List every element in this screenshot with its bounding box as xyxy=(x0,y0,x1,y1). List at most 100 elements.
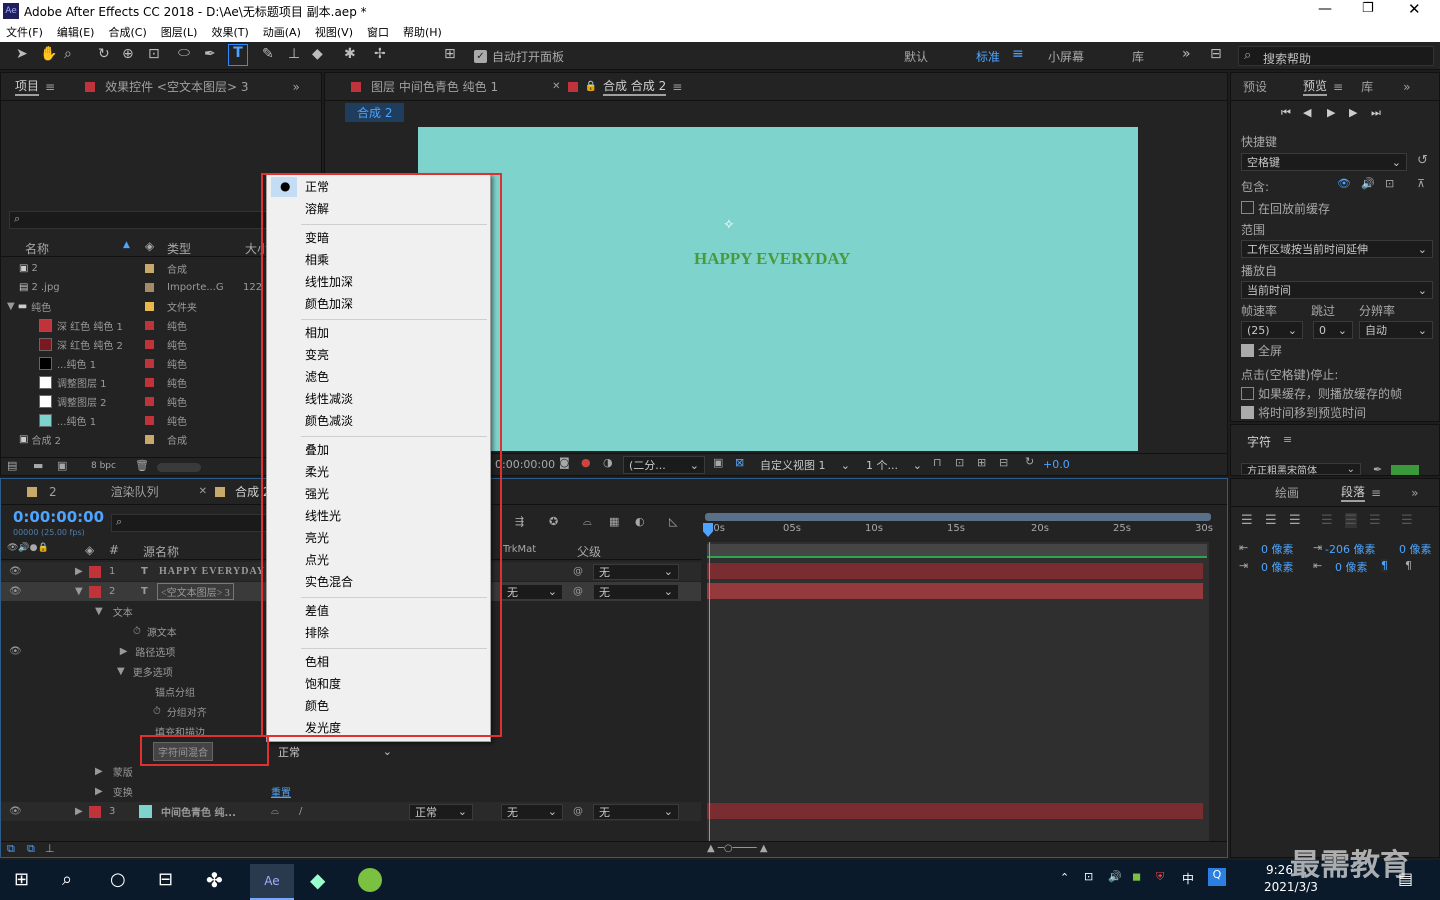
col-source-name[interactable]: 源名称 xyxy=(143,543,179,560)
menu-edit[interactable]: 编辑(E) xyxy=(57,24,95,40)
region-interest-icon[interactable]: ▣ xyxy=(713,456,723,469)
parent-pickwhip-icon[interactable]: @ xyxy=(573,806,583,817)
timeline-search-input[interactable]: ⌕ xyxy=(111,514,271,532)
workspace-default[interactable]: 默认 xyxy=(904,48,928,65)
trkmat-dropdown[interactable]: 无 ⌄ xyxy=(501,583,563,600)
pan-behind-tool-icon[interactable]: ⊡ xyxy=(148,46,160,62)
trkmat-dropdown[interactable]: 无 ⌄ xyxy=(501,803,563,820)
align-center-icon[interactable]: ☰ xyxy=(1265,513,1277,528)
timeline-icon[interactable]: ⊞ xyxy=(977,456,986,469)
eyedropper-icon[interactable]: ✒ xyxy=(1373,463,1382,476)
export-icon[interactable]: ⊼ xyxy=(1417,177,1425,190)
watermelon-app-icon[interactable] xyxy=(358,868,382,892)
skip-dropdown[interactable]: 0 ⌄ xyxy=(1313,321,1353,339)
layer-row[interactable]: 👁 ▶ 3 中间色青色 纯... ⌓ / 正常 ⌄ 无 ⌄ @ 无 ⌄ xyxy=(1,802,701,821)
menu-effect[interactable]: 效果(T) xyxy=(211,24,248,40)
tab-character[interactable]: 字符 xyxy=(1247,433,1271,450)
trash-icon[interactable]: 🗑 xyxy=(135,459,149,472)
nvidia-icon[interactable]: ◼ xyxy=(1132,870,1141,883)
tab-paint[interactable]: 绘画 xyxy=(1275,484,1299,501)
shy-layers-icon[interactable]: ⌓ xyxy=(583,515,592,529)
timeline-timecode[interactable]: 0:00:00:00 xyxy=(13,508,104,526)
col-trkmat[interactable]: TrkMat xyxy=(503,544,536,555)
close-icon[interactable]: ✕ xyxy=(1408,0,1421,18)
anchor-point-icon[interactable]: ✧ xyxy=(723,217,735,233)
comp-breadcrumb[interactable]: 合成 2 xyxy=(345,103,405,122)
panel-menu-icon[interactable]: ≡ xyxy=(672,80,682,94)
volume-icon[interactable]: 🔊 xyxy=(1108,870,1122,883)
last-frame-icon[interactable]: ⏭ xyxy=(1371,106,1381,120)
color-channels-icon[interactable]: ● xyxy=(581,456,591,469)
menu-file[interactable]: 文件(F) xyxy=(6,24,43,40)
layer-bar[interactable] xyxy=(707,563,1203,579)
flowchart-icon[interactable]: ⊟ xyxy=(999,456,1008,469)
space-after-value[interactable]: 0 像素 xyxy=(1335,559,1368,575)
menu-composition[interactable]: 合成(C) xyxy=(108,24,146,40)
fullscreen-checkbox[interactable] xyxy=(1241,344,1254,357)
search-icon[interactable]: ⌕ xyxy=(62,869,72,890)
align-left-icon[interactable]: ☰ xyxy=(1241,513,1253,528)
ime-indicator[interactable]: 中 xyxy=(1182,870,1194,887)
ltr-direction-icon[interactable]: ¶ xyxy=(1405,559,1412,572)
col-parent[interactable]: 父级 xyxy=(577,543,601,560)
notification-icon[interactable]: ▤ xyxy=(1398,869,1413,888)
rtl-direction-icon[interactable]: ¶ xyxy=(1381,559,1388,572)
zoom-slider[interactable]: ▲ ─○──── ▲ xyxy=(707,843,768,854)
justify-center-icon[interactable]: ☰ xyxy=(1345,513,1357,528)
stopwatch-icon[interactable]: ⏱ xyxy=(133,626,141,637)
parent-pickwhip-icon[interactable]: @ xyxy=(573,566,583,577)
menu-window[interactable]: 窗口 xyxy=(367,24,389,40)
expand-arrow-icon[interactable]: ▶ xyxy=(95,786,103,797)
hand-tool-icon[interactable]: ✋ xyxy=(40,46,57,62)
time-graph-area[interactable] xyxy=(707,542,1209,842)
parent-dropdown[interactable]: 无 ⌄ xyxy=(593,583,679,600)
mode-dropdown[interactable]: 正常 ⌄ xyxy=(409,803,473,820)
tab-comp-2[interactable]: 2 xyxy=(49,485,57,499)
play-from-dropdown[interactable]: 当前时间 ⌄ xyxy=(1241,281,1433,299)
expand-arrow-icon[interactable]: ▶ xyxy=(75,806,83,817)
work-area-range[interactable] xyxy=(707,544,1207,558)
tray-chevron-icon[interactable]: ⌃ xyxy=(1060,871,1069,884)
brush-tool-icon[interactable]: ✎ xyxy=(262,46,274,62)
stopwatch-icon[interactable]: ⏱ xyxy=(153,706,161,717)
visibility-eye-icon[interactable]: 👁 xyxy=(9,646,22,657)
menu-layer[interactable]: 图层(L) xyxy=(161,24,198,40)
justify-right-icon[interactable]: ☰ xyxy=(1369,513,1381,528)
expand-arrow-icon[interactable]: ▶ xyxy=(75,566,83,577)
col-name[interactable]: 名称 xyxy=(25,240,49,257)
views-count-dropdown[interactable]: 1 个... ⌄ xyxy=(861,456,927,474)
expand-arrow-icon[interactable]: ▼ xyxy=(75,586,83,597)
roto-brush-tool-icon[interactable]: ✱ xyxy=(344,46,356,62)
network-icon[interactable]: ⊡ xyxy=(1084,870,1093,883)
tab-comp-viewer[interactable]: 合成 合成 2 xyxy=(602,77,667,96)
range-dropdown[interactable]: 工作区域按当前时间延伸 ⌄ xyxy=(1241,240,1433,258)
prop-inter-character-blending[interactable]: 字符间混合 正常 ⌄ xyxy=(1,742,701,761)
clone-stamp-tool-icon[interactable]: ⊥ xyxy=(288,46,300,62)
more-workspaces-icon[interactable]: » xyxy=(1182,46,1191,62)
toggle-render-icon[interactable]: ⊥ xyxy=(45,842,55,855)
cortana-icon[interactable]: ○ xyxy=(110,869,126,890)
justify-left-icon[interactable]: ☰ xyxy=(1321,513,1333,528)
menu-help[interactable]: 帮助(H) xyxy=(403,24,442,40)
restore-icon[interactable]: ❐ xyxy=(1362,1,1374,16)
blend-mode-dropdown[interactable]: 正常 ⌄ xyxy=(273,744,397,760)
type-tool-icon[interactable]: T xyxy=(228,44,248,66)
reset-link[interactable]: 重置 xyxy=(271,784,291,799)
pinwheel-app-icon[interactable]: ✤ xyxy=(206,868,223,892)
layer-bar[interactable] xyxy=(707,803,1203,819)
parent-pickwhip-icon[interactable]: @ xyxy=(573,586,583,597)
glass-app-icon[interactable]: ◆ xyxy=(310,868,325,892)
new-folder-icon[interactable]: ▬ xyxy=(33,459,43,472)
workspace-small-screen[interactable]: 小屏幕 xyxy=(1048,48,1084,65)
qq-icon[interactable]: Q xyxy=(1208,868,1226,886)
reset-exposure-icon[interactable]: ↻ xyxy=(1025,455,1034,468)
puppet-tool-icon[interactable]: ✢ xyxy=(374,46,386,62)
visibility-eye-icon[interactable]: 👁 xyxy=(9,806,22,817)
resolution-dropdown[interactable]: (二分... ⌄ xyxy=(623,456,705,474)
zoom-tool-icon[interactable]: ⌕ xyxy=(64,46,72,62)
tab-project[interactable]: 项目 xyxy=(15,77,40,96)
fill-color-swatch[interactable] xyxy=(1391,465,1419,475)
panel-menu-icon[interactable]: ≡ xyxy=(1333,80,1343,94)
tab-presets[interactable]: 预设 xyxy=(1243,78,1267,95)
security-icon[interactable]: ⛨ xyxy=(1156,870,1164,884)
